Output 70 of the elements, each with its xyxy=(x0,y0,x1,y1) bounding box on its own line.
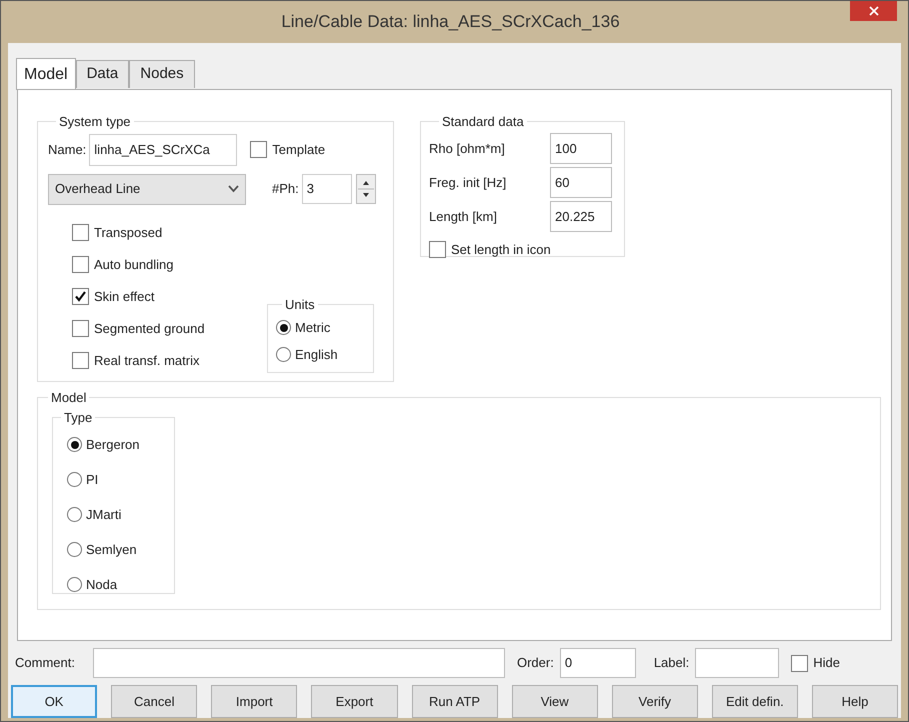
group-label: System type xyxy=(58,113,132,131)
radio-button[interactable] xyxy=(67,542,82,557)
radio-label: Metric xyxy=(295,318,330,337)
group-label: Units xyxy=(284,296,316,314)
checkbox-label: Hide xyxy=(813,654,840,672)
window-title: Line/Cable Data: linha_AES_SCrXCach_136 xyxy=(281,11,620,34)
group-label: Model xyxy=(50,389,88,407)
checkbox-label: Segmented ground xyxy=(94,320,205,338)
dialog-button[interactable]: Export xyxy=(311,685,398,718)
radio-label: Bergeron xyxy=(86,436,140,454)
field-label: Length [km] xyxy=(429,208,497,226)
checkbox-label: Auto bundling xyxy=(94,256,174,274)
close-icon xyxy=(868,6,878,16)
radio-label: PI xyxy=(86,470,98,489)
checkbox-label: Transposed xyxy=(94,224,162,242)
dialog-button[interactable]: View xyxy=(512,685,598,718)
checkbox[interactable] xyxy=(429,241,446,258)
radio-label: Semlyen xyxy=(86,540,137,559)
tab[interactable]: Data xyxy=(76,60,130,88)
checkbox[interactable] xyxy=(72,256,89,273)
group-label: Type xyxy=(63,408,94,427)
radio-label: JMarti xyxy=(86,506,122,524)
close-button[interactable] xyxy=(850,1,897,21)
group-label: Standard data xyxy=(441,113,525,131)
dialog-button[interactable]: Help xyxy=(812,685,898,718)
checkbox[interactable] xyxy=(72,224,89,241)
radio-label: Noda xyxy=(86,576,118,594)
field-label: Rho [ohm*m] xyxy=(429,140,505,158)
checkbox[interactable] xyxy=(72,320,89,337)
radio-button[interactable] xyxy=(276,320,291,335)
input-field[interactable]: 100 xyxy=(550,133,612,164)
radio-button[interactable] xyxy=(276,347,291,362)
label-field[interactable] xyxy=(695,648,780,678)
checkbox[interactable] xyxy=(250,141,268,158)
checkbox-label: Skin effect xyxy=(94,288,154,306)
field-label: Freg. init [Hz] xyxy=(429,174,506,192)
input-field[interactable]: 20.225 xyxy=(550,201,612,232)
phases-field[interactable]: 3 xyxy=(302,174,352,204)
dialog-button[interactable]: Cancel xyxy=(111,685,198,718)
line-type-dropdown[interactable]: Overhead Line xyxy=(48,174,246,204)
radio-button[interactable] xyxy=(67,507,82,522)
tab[interactable]: Nodes xyxy=(129,60,195,88)
checkbox[interactable] xyxy=(72,288,89,305)
name-field[interactable]: linha_AES_SCrXCa xyxy=(89,134,238,166)
dropdown-value: Overhead Line xyxy=(55,180,140,198)
dialog-button[interactable]: Run ATP xyxy=(412,685,498,718)
tab[interactable]: Model xyxy=(16,58,76,90)
checkbox[interactable] xyxy=(72,352,89,369)
dialog-button[interactable]: Verify xyxy=(612,685,698,718)
radio-label: English xyxy=(295,346,338,364)
field-label: Comment: xyxy=(15,654,75,672)
radio-button[interactable] xyxy=(67,437,82,452)
checkbox-label: Real transf. matrix xyxy=(94,352,200,370)
checkbox-label: Template xyxy=(272,140,326,159)
chevron-down-icon xyxy=(228,185,239,193)
checkbox-label: Set length in icon xyxy=(451,240,551,259)
order-field[interactable]: 0 xyxy=(560,648,636,678)
dialog-button[interactable]: Edit defin. xyxy=(712,685,798,718)
field-label: Name: xyxy=(48,140,86,159)
field-label: #Ph: xyxy=(272,180,299,198)
checkbox[interactable] xyxy=(791,654,808,672)
field-label: Label: xyxy=(654,654,690,672)
dialog-button[interactable]: Import xyxy=(211,685,298,718)
field-label: Order: xyxy=(516,654,554,672)
input-field[interactable]: 60 xyxy=(550,167,612,198)
dialog-button[interactable]: OK xyxy=(11,685,98,718)
radio-button[interactable] xyxy=(67,472,82,487)
comment-field[interactable] xyxy=(92,648,505,678)
radio-button[interactable] xyxy=(67,577,82,592)
spin-button[interactable] xyxy=(356,174,376,204)
